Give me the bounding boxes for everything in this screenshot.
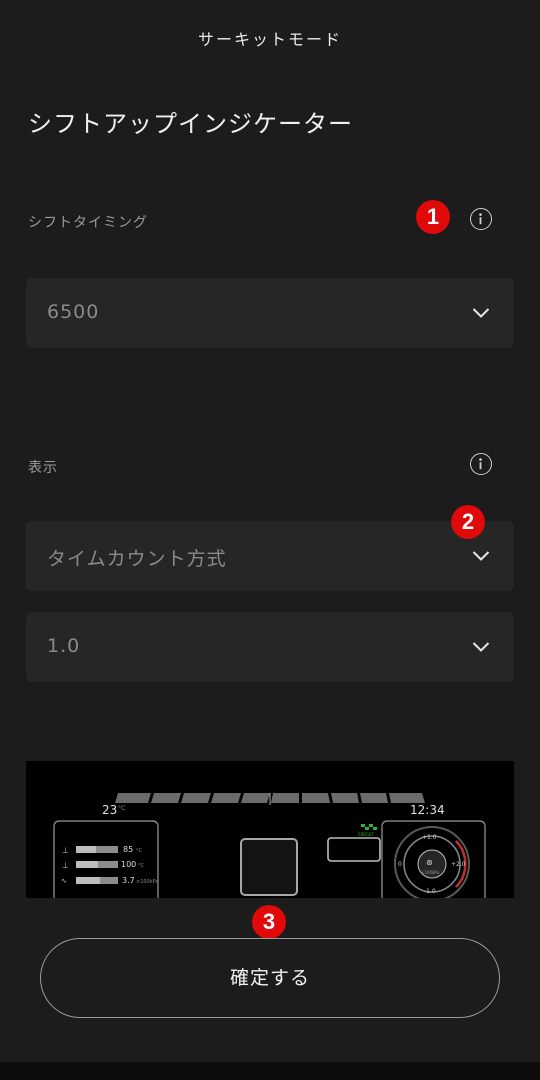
shift-timing-label: シフトタイミング [28,215,148,231]
boost-unit: ×100kPa [421,870,440,875]
preview-clock: 12:34 [410,803,445,817]
gauge-value: 85 [123,845,133,854]
confirm-button[interactable]: 確定する [40,938,500,1018]
shift-timing-value: 6500 [47,301,100,323]
lap-box [327,837,381,862]
annotation-badge-3: 3 [252,905,286,939]
turbo-icon: ⊛ [426,858,433,867]
circuit-flag-icon [361,824,377,830]
display-time-select[interactable]: 1.0 [26,612,514,682]
page-title: シフトアップインジケーター [28,110,353,138]
gauge-unit: ×100kPa [136,879,158,885]
info-icon[interactable] [470,453,492,475]
circuit-label: CIRCUIT [358,832,374,837]
chevron-down-icon [472,638,490,657]
dashboard-preview: 23 °C 12:34 ⊥ ⊥ ∿ 85 °C 100 °C 3.7 ×100k… [26,761,514,898]
gauge-unit: °C [136,848,143,854]
oil-temp-icon: ⊥ [62,861,69,870]
display-mode-select[interactable]: タイムカウント方式 [26,521,514,591]
oil-pressure-icon: ∿ [61,877,67,885]
preview-temp-unit: °C [118,805,125,812]
chevron-down-icon [472,304,490,323]
boost-right: +2.0 [451,861,466,868]
info-icon[interactable] [470,208,492,230]
gauge-box [53,820,159,898]
gauge-row [76,846,118,884]
display-mode-value: タイムカウント方式 [47,548,227,570]
annotation-badge-1: 1 [416,200,450,234]
header-title: サーキットモード [197,30,342,49]
chevron-down-icon [472,547,490,566]
gear-box [240,838,298,896]
shift-timing-select[interactable]: 6500 [26,278,514,348]
boost-left: 0 [398,861,402,868]
annotation-badge-2: 2 [451,505,485,539]
gauge-value: 3.7 [122,876,135,885]
display-label: 表示 [28,460,58,476]
display-time-value: 1.0 [47,635,81,657]
boost-bottom: -1.0 [424,888,436,895]
boost-top: +1.0 [422,834,437,841]
water-temp-icon: ⊥ [62,846,69,855]
gauge-value: 100 [121,860,136,869]
preview-temp: 23 [102,803,117,817]
bottom-strip [0,1062,540,1080]
gauge-unit: °C [138,863,145,869]
